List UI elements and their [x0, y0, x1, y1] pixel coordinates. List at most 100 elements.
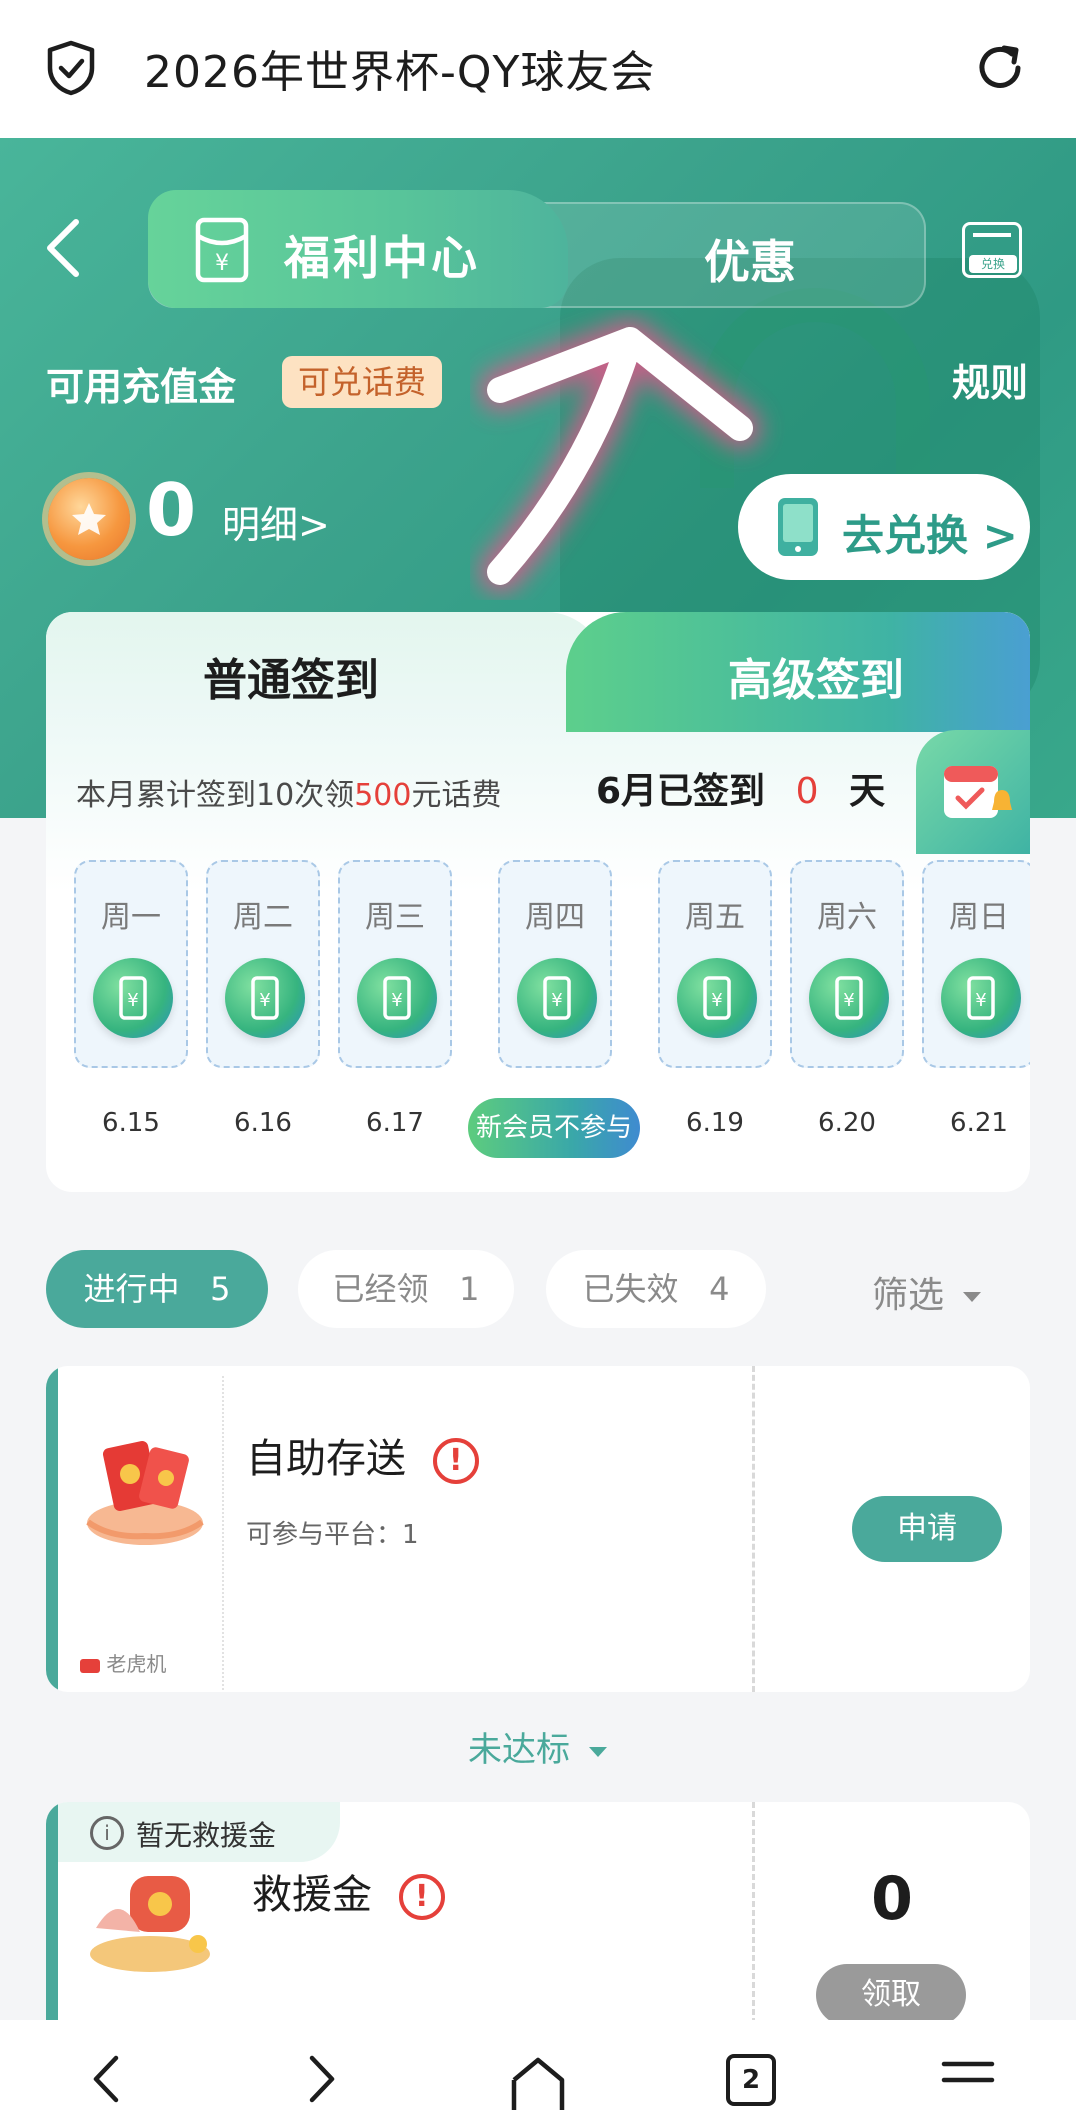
forward-icon[interactable] [308, 2054, 338, 2104]
promo-title-text: 自助存送 [246, 1436, 406, 1482]
day-mon[interactable]: 周一 ¥ [74, 860, 188, 1068]
day-label: 周二 [233, 900, 293, 935]
phone-coin-icon: ¥ [941, 958, 1021, 1038]
filter-claimed-label: 已经领 [332, 1270, 429, 1308]
tab-normal-signin-label: 普通签到 [203, 655, 379, 706]
phone-icon [778, 498, 818, 556]
day-date: 6.20 [818, 1108, 876, 1138]
go-exchange-button[interactable]: 去兑换 > [738, 474, 1030, 580]
warning-icon[interactable]: ! [432, 1438, 479, 1484]
shield-check-icon [47, 40, 95, 96]
rescue-amount: 0 [871, 1864, 913, 1934]
refresh-icon[interactable] [972, 40, 1028, 96]
info-icon: i [90, 1816, 124, 1850]
promo-title: 自助存送 ! [246, 1426, 479, 1484]
calendar-badge [916, 730, 1030, 854]
day-fri[interactable]: 周五 ¥ [658, 860, 772, 1068]
apply-button[interactable]: 申请 [852, 1496, 1002, 1562]
signin-status-prefix: 6月已签到 [596, 771, 766, 812]
monthly-promo-prefix: 本月累计签到10次领 [76, 778, 355, 813]
annotation-arrow [479, 319, 761, 593]
treasure-pouch-icon [90, 1876, 210, 1972]
day-date: 6.17 [366, 1108, 424, 1138]
monthly-promo-suffix: 元话费 [411, 778, 502, 813]
day-label: 周六 [817, 900, 877, 935]
back-arrow-icon[interactable] [40, 216, 84, 280]
day-sun[interactable]: 周日 ¥ [922, 860, 1030, 1068]
phone-coin-icon: ¥ [809, 958, 889, 1038]
rescue-notice: i 暂无救援金 [58, 1802, 340, 1862]
svg-text:¥: ¥ [711, 990, 722, 1011]
back-icon[interactable] [90, 2054, 120, 2104]
tab-welfare-center-label: 福利中心 [284, 231, 480, 285]
page-title: 2026年世界杯-QY球友会 [144, 47, 656, 98]
day-date: 6.16 [234, 1108, 292, 1138]
filter-in-progress-count: 5 [210, 1270, 231, 1308]
menu-icon[interactable] [940, 2060, 996, 2100]
game-type-label: 老虎机 [106, 1652, 167, 1676]
filter-claimed-count: 1 [459, 1270, 480, 1308]
phone-coin-icon: ¥ [357, 958, 437, 1038]
tab-advanced-signin-label: 高级签到 [728, 655, 904, 706]
day-label: 周一 [101, 900, 161, 935]
day-sat[interactable]: 周六 ¥ [790, 860, 904, 1068]
claim-button[interactable]: 领取 [816, 1964, 966, 2026]
monthly-promo: 本月累计签到10次领500元话费 [76, 770, 501, 814]
details-link[interactable]: 明细> [222, 494, 330, 549]
phone-coin-icon: ¥ [225, 958, 305, 1038]
promo-card-self-deposit: 老虎机 自助存送 ! 可参与平台：1 申请 [46, 1366, 1030, 1692]
filter-in-progress-label: 进行中 [83, 1270, 180, 1308]
new-member-badge: 新会员不参与 [468, 1098, 640, 1158]
promo-title-text: 救援金 [252, 1872, 372, 1918]
rules-link[interactable]: 规则 [952, 352, 1028, 407]
day-label: 周四 [525, 900, 585, 935]
balance-value: 0 [146, 468, 197, 552]
svg-text:¥: ¥ [259, 990, 270, 1011]
day-tue[interactable]: 周二 ¥ [206, 860, 320, 1068]
svg-text:¥: ¥ [551, 990, 562, 1011]
balance-label: 可用充值金 [46, 365, 237, 409]
red-envelope-icon: ¥ [195, 217, 249, 283]
filter-dropdown-label: 筛选 [872, 1275, 945, 1316]
filter-expired-label: 已失效 [582, 1270, 679, 1308]
svg-text:¥: ¥ [391, 990, 402, 1011]
signin-status: 6月已签到 0 天 [596, 762, 885, 814]
caret-down-icon [963, 1292, 982, 1302]
balance-tag: 可兑话费 [282, 356, 443, 408]
tab-offers[interactable]: 优惠 [704, 226, 796, 292]
svg-text:¥: ¥ [215, 251, 229, 276]
promo-accent-bar [46, 1802, 58, 2042]
warning-icon[interactable]: ! [398, 1874, 445, 1920]
phone-coin-icon: ¥ [677, 958, 757, 1038]
day-date: 6.19 [686, 1108, 744, 1138]
svg-text:¥: ¥ [127, 990, 138, 1011]
promo-divider [752, 1366, 755, 1692]
promo-card-rescue-fund: i 暂无救援金 救援金 ! 0 领取 [46, 1802, 1030, 2042]
day-label: 周三 [365, 900, 425, 935]
rescue-notice-text: 暂无救援金 [136, 1819, 277, 1852]
filter-in-progress[interactable]: 进行中 5 [46, 1250, 268, 1328]
not-reached-toggle[interactable]: 未达标 [468, 1722, 609, 1771]
day-label: 周日 [949, 900, 1009, 935]
filter-dropdown[interactable]: 筛选 [872, 1266, 983, 1318]
filter-expired[interactable]: 已失效 4 [546, 1250, 766, 1328]
filter-claimed[interactable]: 已经领 1 [298, 1250, 514, 1328]
day-wed[interactable]: 周三 ¥ [338, 860, 452, 1068]
browser-top-bar: 2026年世界杯-QY球友会 [0, 0, 1076, 138]
svg-text:¥: ¥ [843, 990, 854, 1011]
day-label: 周五 [685, 900, 745, 935]
day-date: 6.15 [102, 1108, 160, 1138]
not-reached-label: 未达标 [468, 1730, 570, 1770]
day-thu[interactable]: 周四 ¥ [498, 860, 612, 1068]
phone-coin-icon: ¥ [517, 958, 597, 1038]
go-exchange-label: 去兑换 > [842, 511, 1018, 560]
coin-icon [48, 478, 130, 560]
exchange-icon[interactable]: 兑换 [962, 222, 1022, 278]
home-icon[interactable] [510, 2054, 566, 2110]
slot-machine-icon [80, 1658, 100, 1673]
red-envelope-hands-icon [86, 1441, 204, 1545]
caret-down-icon [588, 1746, 607, 1757]
calendar-bell-icon [944, 766, 1012, 818]
signin-status-days: 0 [795, 771, 819, 812]
tabs-button[interactable]: 2 [726, 2054, 776, 2106]
